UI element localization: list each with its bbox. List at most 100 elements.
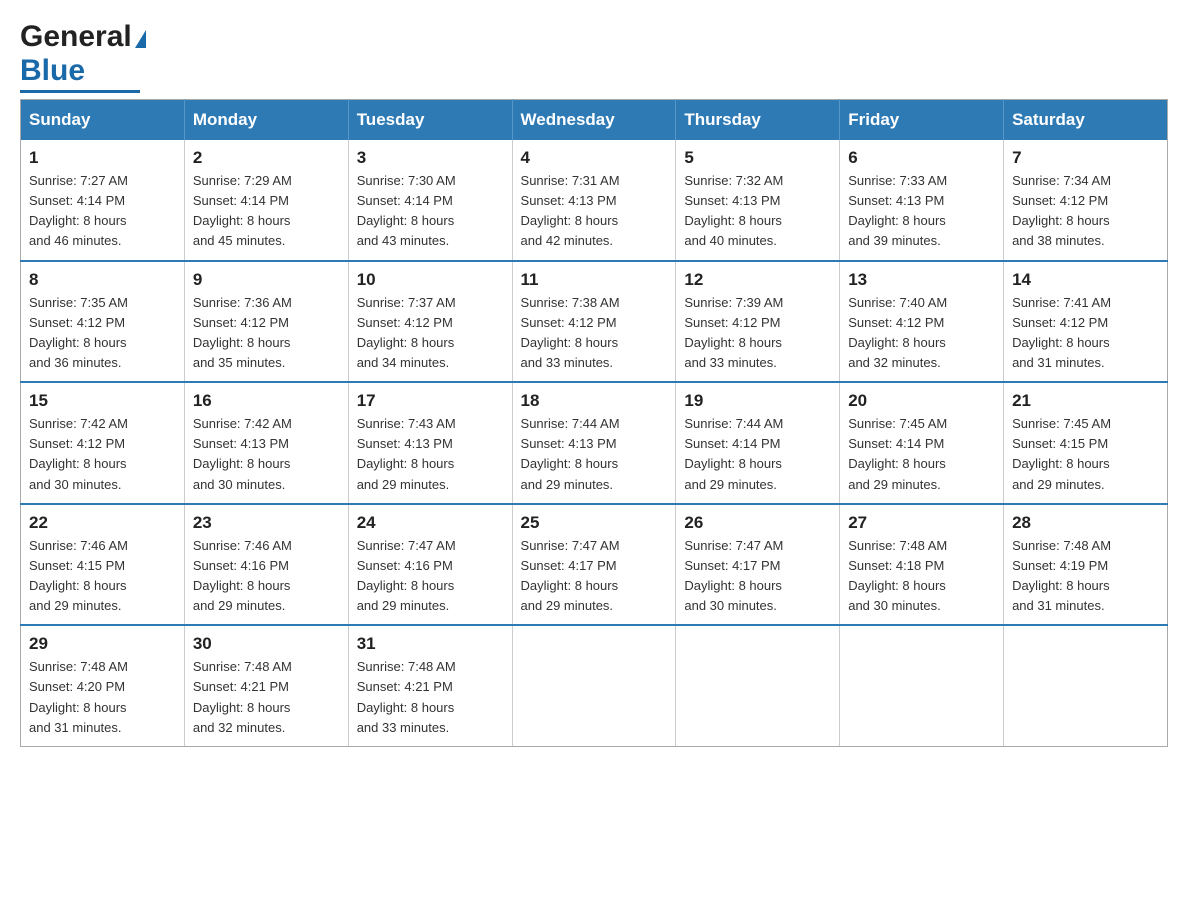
calendar-cell: 22 Sunrise: 7:46 AMSunset: 4:15 PMDaylig…: [21, 504, 185, 626]
logo-general: General: [20, 20, 132, 54]
calendar-cell: 9 Sunrise: 7:36 AMSunset: 4:12 PMDayligh…: [184, 261, 348, 383]
day-info: Sunrise: 7:36 AMSunset: 4:12 PMDaylight:…: [193, 295, 292, 370]
calendar-cell: 2 Sunrise: 7:29 AMSunset: 4:14 PMDayligh…: [184, 140, 348, 261]
weekday-header-friday: Friday: [840, 100, 1004, 141]
calendar-cell: 11 Sunrise: 7:38 AMSunset: 4:12 PMDaylig…: [512, 261, 676, 383]
day-info: Sunrise: 7:37 AMSunset: 4:12 PMDaylight:…: [357, 295, 456, 370]
day-number: 12: [684, 270, 831, 290]
day-number: 5: [684, 148, 831, 168]
day-info: Sunrise: 7:42 AMSunset: 4:12 PMDaylight:…: [29, 416, 128, 491]
day-number: 7: [1012, 148, 1159, 168]
day-number: 23: [193, 513, 340, 533]
day-info: Sunrise: 7:44 AMSunset: 4:14 PMDaylight:…: [684, 416, 783, 491]
day-number: 3: [357, 148, 504, 168]
day-info: Sunrise: 7:35 AMSunset: 4:12 PMDaylight:…: [29, 295, 128, 370]
calendar-cell: 15 Sunrise: 7:42 AMSunset: 4:12 PMDaylig…: [21, 382, 185, 504]
header: General Blue: [20, 20, 1168, 93]
day-info: Sunrise: 7:27 AMSunset: 4:14 PMDaylight:…: [29, 173, 128, 248]
weekday-header-thursday: Thursday: [676, 100, 840, 141]
day-info: Sunrise: 7:31 AMSunset: 4:13 PMDaylight:…: [521, 173, 620, 248]
calendar-cell: [1004, 625, 1168, 746]
calendar-cell: [512, 625, 676, 746]
day-info: Sunrise: 7:47 AMSunset: 4:16 PMDaylight:…: [357, 538, 456, 613]
day-number: 14: [1012, 270, 1159, 290]
calendar-cell: 12 Sunrise: 7:39 AMSunset: 4:12 PMDaylig…: [676, 261, 840, 383]
calendar-cell: 13 Sunrise: 7:40 AMSunset: 4:12 PMDaylig…: [840, 261, 1004, 383]
day-number: 4: [521, 148, 668, 168]
calendar-cell: 14 Sunrise: 7:41 AMSunset: 4:12 PMDaylig…: [1004, 261, 1168, 383]
day-info: Sunrise: 7:33 AMSunset: 4:13 PMDaylight:…: [848, 173, 947, 248]
calendar-cell: 18 Sunrise: 7:44 AMSunset: 4:13 PMDaylig…: [512, 382, 676, 504]
weekday-header-monday: Monday: [184, 100, 348, 141]
calendar-cell: 4 Sunrise: 7:31 AMSunset: 4:13 PMDayligh…: [512, 140, 676, 261]
weekday-header-saturday: Saturday: [1004, 100, 1168, 141]
weekday-header-tuesday: Tuesday: [348, 100, 512, 141]
day-info: Sunrise: 7:39 AMSunset: 4:12 PMDaylight:…: [684, 295, 783, 370]
day-info: Sunrise: 7:34 AMSunset: 4:12 PMDaylight:…: [1012, 173, 1111, 248]
calendar-cell: 5 Sunrise: 7:32 AMSunset: 4:13 PMDayligh…: [676, 140, 840, 261]
day-info: Sunrise: 7:44 AMSunset: 4:13 PMDaylight:…: [521, 416, 620, 491]
calendar-cell: [840, 625, 1004, 746]
day-number: 6: [848, 148, 995, 168]
day-info: Sunrise: 7:42 AMSunset: 4:13 PMDaylight:…: [193, 416, 292, 491]
calendar-week-row: 22 Sunrise: 7:46 AMSunset: 4:15 PMDaylig…: [21, 504, 1168, 626]
day-info: Sunrise: 7:45 AMSunset: 4:15 PMDaylight:…: [1012, 416, 1111, 491]
day-number: 29: [29, 634, 176, 654]
logo-blue: Blue: [20, 54, 85, 87]
day-number: 28: [1012, 513, 1159, 533]
day-number: 30: [193, 634, 340, 654]
calendar-week-row: 29 Sunrise: 7:48 AMSunset: 4:20 PMDaylig…: [21, 625, 1168, 746]
calendar-body: 1 Sunrise: 7:27 AMSunset: 4:14 PMDayligh…: [21, 140, 1168, 746]
day-number: 8: [29, 270, 176, 290]
day-number: 17: [357, 391, 504, 411]
calendar-cell: 24 Sunrise: 7:47 AMSunset: 4:16 PMDaylig…: [348, 504, 512, 626]
day-number: 10: [357, 270, 504, 290]
day-info: Sunrise: 7:48 AMSunset: 4:18 PMDaylight:…: [848, 538, 947, 613]
day-info: Sunrise: 7:30 AMSunset: 4:14 PMDaylight:…: [357, 173, 456, 248]
calendar-cell: 21 Sunrise: 7:45 AMSunset: 4:15 PMDaylig…: [1004, 382, 1168, 504]
day-number: 18: [521, 391, 668, 411]
weekday-header-row: SundayMondayTuesdayWednesdayThursdayFrid…: [21, 100, 1168, 141]
calendar-week-row: 1 Sunrise: 7:27 AMSunset: 4:14 PMDayligh…: [21, 140, 1168, 261]
day-info: Sunrise: 7:29 AMSunset: 4:14 PMDaylight:…: [193, 173, 292, 248]
day-number: 9: [193, 270, 340, 290]
calendar-cell: 29 Sunrise: 7:48 AMSunset: 4:20 PMDaylig…: [21, 625, 185, 746]
day-info: Sunrise: 7:43 AMSunset: 4:13 PMDaylight:…: [357, 416, 456, 491]
day-info: Sunrise: 7:45 AMSunset: 4:14 PMDaylight:…: [848, 416, 947, 491]
day-number: 22: [29, 513, 176, 533]
day-info: Sunrise: 7:46 AMSunset: 4:16 PMDaylight:…: [193, 538, 292, 613]
calendar-cell: 19 Sunrise: 7:44 AMSunset: 4:14 PMDaylig…: [676, 382, 840, 504]
day-info: Sunrise: 7:41 AMSunset: 4:12 PMDaylight:…: [1012, 295, 1111, 370]
weekday-header-wednesday: Wednesday: [512, 100, 676, 141]
calendar-cell: 8 Sunrise: 7:35 AMSunset: 4:12 PMDayligh…: [21, 261, 185, 383]
calendar-table: SundayMondayTuesdayWednesdayThursdayFrid…: [20, 99, 1168, 747]
calendar-cell: 25 Sunrise: 7:47 AMSunset: 4:17 PMDaylig…: [512, 504, 676, 626]
day-info: Sunrise: 7:38 AMSunset: 4:12 PMDaylight:…: [521, 295, 620, 370]
calendar-cell: 3 Sunrise: 7:30 AMSunset: 4:14 PMDayligh…: [348, 140, 512, 261]
logo-triangle-icon: [135, 30, 146, 48]
logo-underline: [20, 90, 140, 93]
day-info: Sunrise: 7:48 AMSunset: 4:21 PMDaylight:…: [357, 659, 456, 734]
day-number: 31: [357, 634, 504, 654]
calendar-header: SundayMondayTuesdayWednesdayThursdayFrid…: [21, 100, 1168, 141]
day-number: 25: [521, 513, 668, 533]
calendar-cell: 28 Sunrise: 7:48 AMSunset: 4:19 PMDaylig…: [1004, 504, 1168, 626]
calendar-cell: 31 Sunrise: 7:48 AMSunset: 4:21 PMDaylig…: [348, 625, 512, 746]
day-number: 24: [357, 513, 504, 533]
calendar-cell: 23 Sunrise: 7:46 AMSunset: 4:16 PMDaylig…: [184, 504, 348, 626]
day-info: Sunrise: 7:32 AMSunset: 4:13 PMDaylight:…: [684, 173, 783, 248]
day-info: Sunrise: 7:47 AMSunset: 4:17 PMDaylight:…: [521, 538, 620, 613]
day-number: 13: [848, 270, 995, 290]
day-number: 16: [193, 391, 340, 411]
day-number: 27: [848, 513, 995, 533]
calendar-cell: 26 Sunrise: 7:47 AMSunset: 4:17 PMDaylig…: [676, 504, 840, 626]
day-number: 21: [1012, 391, 1159, 411]
calendar-cell: 20 Sunrise: 7:45 AMSunset: 4:14 PMDaylig…: [840, 382, 1004, 504]
logo: General Blue: [20, 20, 146, 93]
calendar-cell: 7 Sunrise: 7:34 AMSunset: 4:12 PMDayligh…: [1004, 140, 1168, 261]
day-info: Sunrise: 7:48 AMSunset: 4:21 PMDaylight:…: [193, 659, 292, 734]
day-number: 19: [684, 391, 831, 411]
day-info: Sunrise: 7:47 AMSunset: 4:17 PMDaylight:…: [684, 538, 783, 613]
calendar-week-row: 8 Sunrise: 7:35 AMSunset: 4:12 PMDayligh…: [21, 261, 1168, 383]
calendar-cell: 10 Sunrise: 7:37 AMSunset: 4:12 PMDaylig…: [348, 261, 512, 383]
